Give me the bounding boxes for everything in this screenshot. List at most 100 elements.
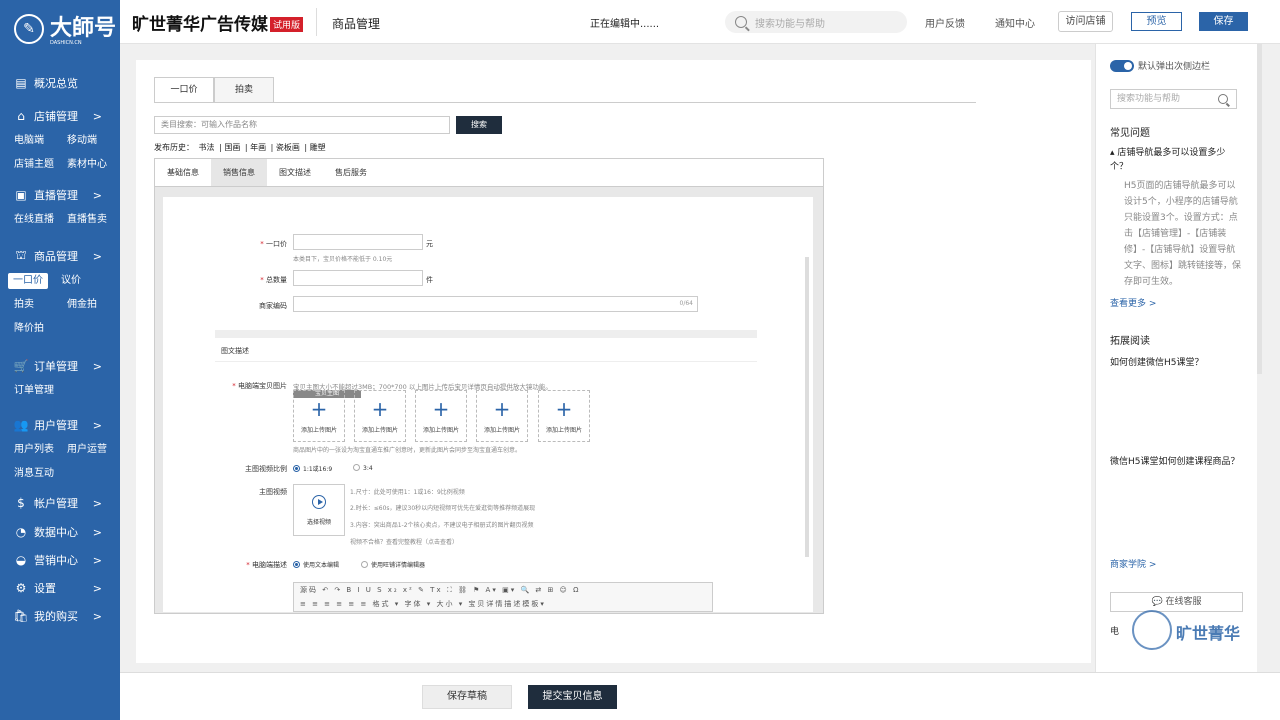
price-label-text: 一口价: [266, 240, 287, 248]
merchant-academy-link[interactable]: 商家学院 >: [1110, 557, 1156, 570]
history-item[interactable]: 瓷板画: [276, 143, 300, 152]
sidebar-item-commission-auction[interactable]: 佣金拍: [67, 293, 120, 317]
tabs-divider: [154, 102, 976, 103]
nav-my-purchases[interactable]: 🛍 我的购买 >: [0, 603, 120, 629]
form-scrollbar[interactable]: [805, 257, 809, 557]
sidebar-item-assets[interactable]: 素材中心: [67, 153, 120, 177]
save-button[interactable]: 保存: [1199, 12, 1248, 31]
visit-store-button[interactable]: 访问店铺: [1058, 11, 1113, 32]
logo-subtext: DASHICN.CN: [50, 40, 82, 46]
plus-icon: +: [555, 397, 573, 421]
main-content: 一口价 拍卖 类目搜索：可输入作品名称 搜索 发布历史： 书法 | 国画 | 年…: [136, 60, 1091, 663]
rich-text-toolbar[interactable]: 源码 ↶ ↷ B I U S x₂ x² ✎ Tx ⛶ ⛓ ⚑ A▾ ▣▾ 🔍 …: [293, 582, 713, 612]
save-draft-button[interactable]: 保存草稿: [422, 685, 512, 709]
article-link[interactable]: 微信H5课堂如何创建课程商品？: [1110, 454, 1240, 467]
help-search-input[interactable]: 搜索功能与帮助: [1110, 89, 1237, 109]
sidebar-item-negotiable[interactable]: 议价: [61, 269, 114, 293]
sidebar-item-dutch-auction[interactable]: 降价拍: [14, 317, 67, 341]
sidebar-item-orders[interactable]: 订单管理: [14, 379, 94, 403]
select-video-button[interactable]: 选择视频: [293, 484, 345, 536]
feature-search-input[interactable]: 搜索功能与帮助: [725, 11, 907, 33]
desc-option-text-editor[interactable]: 使用文本编辑: [293, 560, 339, 569]
bottom-action-bar: 保存草稿 提交宝贝信息: [120, 672, 1280, 720]
radio-icon: [353, 464, 360, 471]
feedback-link[interactable]: 用户反馈: [925, 15, 965, 30]
subtab-basic-info[interactable]: 基础信息: [155, 159, 211, 186]
ratio-option-2[interactable]: 3:4: [353, 464, 373, 472]
sidebar-item-messages[interactable]: 消息互动: [14, 462, 67, 486]
nav-settings[interactable]: ⚙ 设置 >: [0, 575, 120, 601]
image-upload-slot[interactable]: + 添加上传图片: [538, 390, 590, 442]
notification-center-link[interactable]: 通知中心: [995, 15, 1035, 30]
overview-icon: ▤: [15, 76, 27, 90]
toolbar-row-2[interactable]: ≡ ≡ ≡ ≡ ≡ ≡ 格式 ▾ 字体 ▾ 大小 ▾ 宝贝详情描述模板▾: [294, 597, 712, 611]
price-label: * 一口价: [260, 240, 287, 248]
faq-question[interactable]: ▴ 店铺导航最多可以设置多少个？: [1110, 146, 1242, 174]
merchant-code-input[interactable]: 0/64: [293, 296, 698, 312]
sidebar-item-auction[interactable]: 拍卖: [14, 293, 67, 317]
category-search-button[interactable]: 搜索: [456, 116, 502, 134]
see-more-link[interactable]: 查看更多 >: [1110, 296, 1156, 309]
watermark-logo: 旷世菁华: [1132, 610, 1242, 650]
plus-icon: +: [371, 397, 389, 421]
ratio-option-1[interactable]: 1:1或16:9: [293, 464, 332, 473]
nav-overview[interactable]: ▤ 概况总览: [0, 70, 120, 96]
sidebar-item-theme[interactable]: 店铺主题: [14, 153, 67, 177]
desc-label: * 电脑端描述: [246, 561, 287, 569]
top-header: 旷世菁华广告传媒 试用版 商品管理 正在编辑中...... 搜索功能与帮助 用户反…: [120, 0, 1280, 44]
default-open-toggle[interactable]: [1110, 60, 1134, 72]
nav-data-center[interactable]: ◔ 数据中心 >: [0, 519, 120, 545]
chevron-right-icon: >: [92, 609, 102, 623]
section-bar: [215, 330, 757, 338]
upload-text: 添加上传图片: [422, 427, 459, 434]
sidebar-item-pc[interactable]: 电脑端: [14, 129, 67, 153]
video-note-4[interactable]: 视频不合格？查看完整教程（点击查看）: [350, 537, 458, 546]
history-item[interactable]: 书法: [199, 143, 215, 152]
extended-reading-title: 拓展阅读: [1110, 336, 1150, 347]
tab-auction[interactable]: 拍卖: [214, 77, 274, 103]
sidebar-item-online-live[interactable]: 在线直播: [14, 208, 67, 232]
video-note-3: 3.内容：突出商品1-2个核心卖点，不建议电子相册式的图片翻页视频: [350, 522, 534, 529]
sidebar-item-user-ops[interactable]: 用户运营: [67, 438, 120, 462]
nav-order-management[interactable]: 🛒 订单管理 > 订单管理: [0, 353, 120, 403]
subtab-sales-info[interactable]: 销售信息: [211, 159, 267, 186]
upload-text: 添加上传图片: [300, 427, 337, 434]
sidebar-item-mobile[interactable]: 移动端: [67, 129, 120, 153]
nav-store-management[interactable]: ⌂ 店铺管理 > 电脑端 移动端 店铺主题 素材中心: [0, 103, 120, 177]
nav-label: 商品管理: [34, 250, 78, 263]
toolbar-row-1[interactable]: 源码 ↶ ↷ B I U S x₂ x² ✎ Tx ⛶ ⛓ ⚑ A▾ ▣▾ 🔍 …: [294, 583, 712, 597]
history-item[interactable]: 雕塑: [310, 143, 326, 152]
nav-product-management[interactable]: ⛫ 商品管理 > 一口价 议价 拍卖 佣金拍 降价拍: [0, 243, 120, 341]
category-search-input[interactable]: 类目搜索：可输入作品名称: [154, 116, 450, 134]
subtab-description[interactable]: 图文描述: [267, 159, 323, 186]
desc-option-shop-editor[interactable]: 使用旺铺详情编辑器: [361, 560, 425, 569]
brand-logo[interactable]: ✎ 大師号: [0, 0, 120, 58]
history-item[interactable]: 国画: [224, 143, 240, 152]
image-upload-slot[interactable]: + 添加上传图片: [293, 390, 345, 442]
image-upload-slot[interactable]: + 添加上传图片: [476, 390, 528, 442]
sidebar-item-live-sale[interactable]: 直播售卖: [67, 208, 120, 232]
sidebar-item-user-list[interactable]: 用户列表: [14, 438, 67, 462]
upload-text: 添加上传图片: [483, 427, 520, 434]
preview-button[interactable]: 预览: [1131, 12, 1182, 31]
price-unit: 元: [426, 240, 433, 248]
side-panel-scrollbar[interactable]: [1257, 44, 1262, 374]
online-service-button[interactable]: 💬 在线客服: [1110, 592, 1243, 612]
price-input[interactable]: [293, 234, 423, 250]
image-upload-slot[interactable]: + 添加上传图片: [354, 390, 406, 442]
article-link[interactable]: 如何创建微信H5课堂？: [1110, 355, 1204, 368]
faq-title: 常见问题: [1110, 128, 1150, 139]
subtab-after-sales[interactable]: 售后服务: [323, 159, 379, 186]
submit-product-button[interactable]: 提交宝贝信息: [528, 685, 617, 709]
image-upload-slot[interactable]: + 添加上传图片: [415, 390, 467, 442]
nav-account-management[interactable]: $ 帐户管理 >: [0, 490, 120, 516]
publish-history: 发布历史： 书法 | 国画 | 年画 | 瓷板画 | 雕塑: [154, 143, 326, 152]
nav-user-management[interactable]: 👥 用户管理 > 用户列表 用户运营 消息互动: [0, 412, 120, 486]
sidebar-item-fixed-price[interactable]: 一口价: [8, 273, 48, 289]
history-item[interactable]: 年画: [250, 143, 266, 152]
nav-live-management[interactable]: ▣ 直播管理 > 在线直播 直播售卖: [0, 182, 120, 232]
trial-badge: 试用版: [270, 17, 304, 32]
nav-marketing-center[interactable]: ◒ 营销中心 >: [0, 547, 120, 573]
stock-input[interactable]: [293, 270, 423, 286]
tab-fixed-price[interactable]: 一口价: [154, 77, 214, 103]
